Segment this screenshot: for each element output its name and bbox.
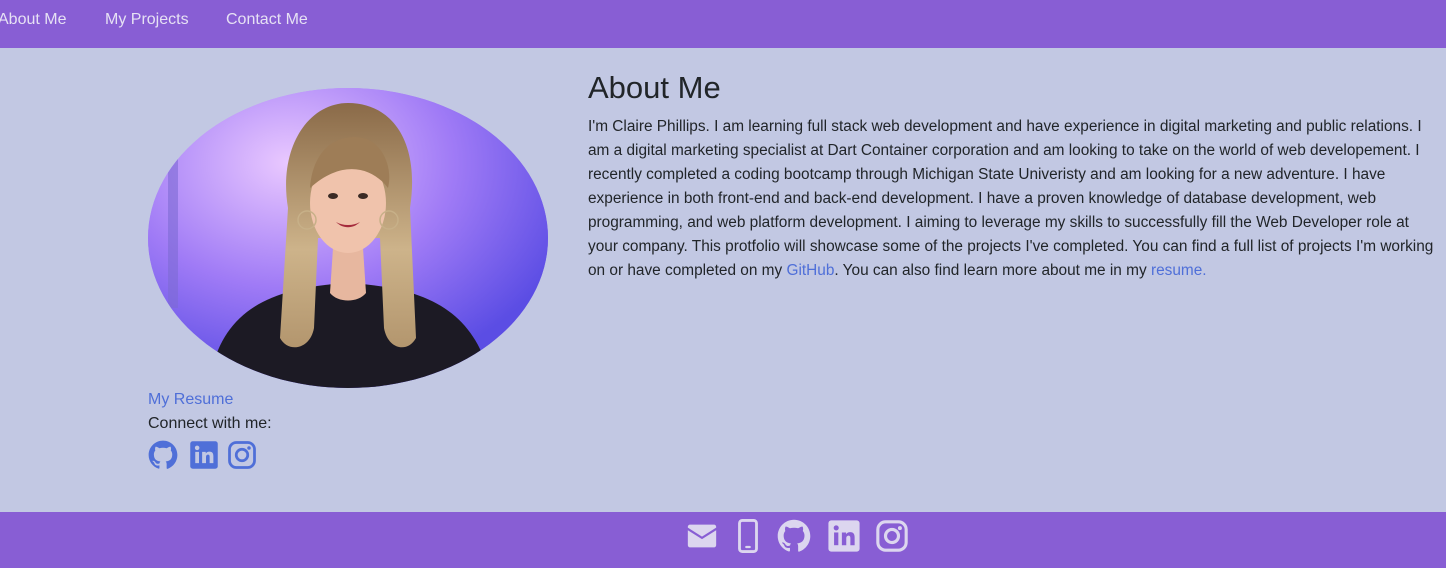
profile-photo-illustration [148,88,548,388]
phone-icon[interactable] [735,519,761,553]
instagram-icon[interactable] [875,519,909,553]
bio-text: I'm Claire Phillips. I am learning full … [588,118,1434,279]
profile-photo [148,88,548,388]
nav-link-my-projects[interactable]: My Projects [105,11,189,29]
github-icon[interactable] [777,519,811,553]
footer [0,512,1446,568]
envelope-icon[interactable] [685,519,719,553]
connect-label: Connect with me: [148,415,272,432]
instagram-icon[interactable] [227,440,257,470]
resume-link-inline[interactable]: resume. [1151,262,1207,279]
github-link[interactable]: GitHub [786,262,834,279]
github-icon[interactable] [148,440,178,470]
nav-link-about-me[interactable]: About Me [0,11,66,29]
about-me-bio: I'm Claire Phillips. I am learning full … [588,115,1440,283]
bio-text-2: . You can also find learn more about me … [834,262,1151,279]
linkedin-icon[interactable] [189,440,219,470]
nav-link-contact-me[interactable]: Contact Me [226,11,308,29]
linkedin-icon[interactable] [827,519,861,553]
about-me-heading: About Me [588,70,721,105]
my-resume-link[interactable]: My Resume [148,391,233,409]
navbar: About Me My Projects Contact Me [0,0,1446,48]
